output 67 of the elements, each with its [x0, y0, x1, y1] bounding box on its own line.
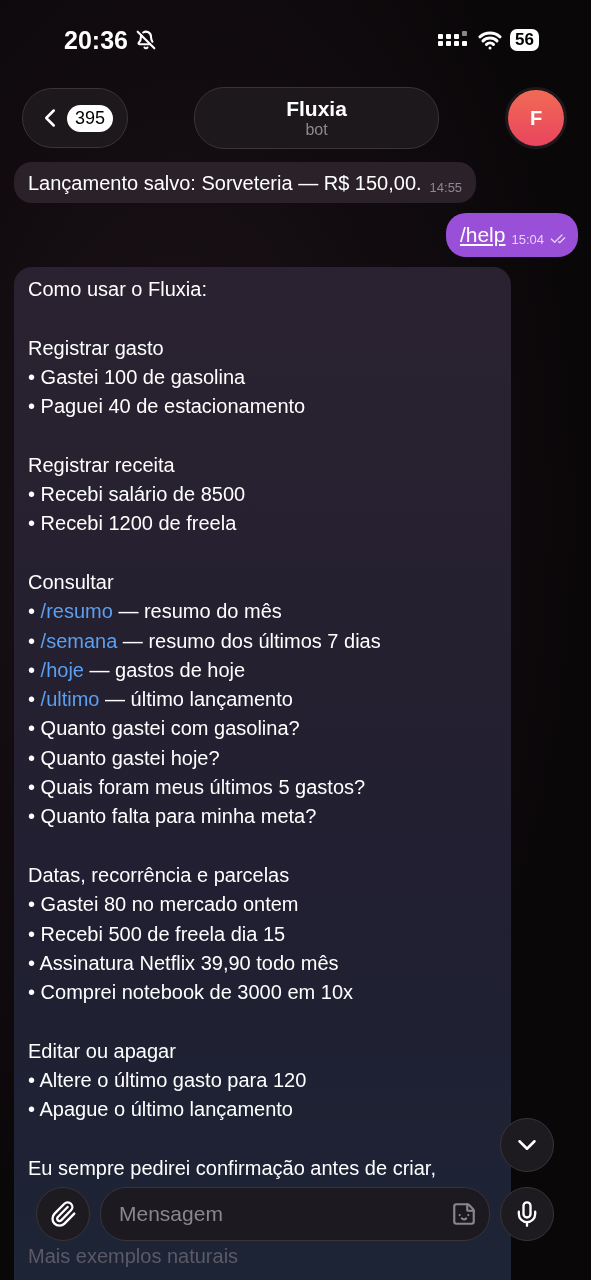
- bullet: •: [28, 1098, 36, 1121]
- paperclip-icon: [49, 1200, 77, 1228]
- section-title: Datas, recorrência e parcelas: [28, 862, 291, 888]
- scroll-down-button[interactable]: [500, 1118, 554, 1172]
- bullet: •: [28, 805, 36, 828]
- example-text: Recebi salário de 8500: [40, 483, 246, 506]
- message-text: Mais exemplos naturais: [28, 1243, 240, 1269]
- example-text: — último lançamento: [105, 688, 293, 711]
- bullet: •: [28, 629, 36, 652]
- example-text: Recebi 1200 de freela: [40, 512, 237, 535]
- bullet: •: [28, 746, 36, 769]
- status-time: 20:36: [64, 25, 128, 55]
- unread-count: 395: [67, 104, 114, 132]
- section-title: Consultar: [28, 569, 115, 595]
- bullet: •: [28, 922, 36, 945]
- message-text: Lançamento salvo: Sorveteria — R$ 150,00.: [28, 172, 422, 195]
- message-time: 14:55: [429, 180, 463, 195]
- avatar[interactable]: F: [505, 87, 567, 149]
- message-text: Como usar o Fluxia:: [28, 277, 208, 302]
- bullet: •: [28, 600, 36, 623]
- example-text: Quais foram meus últimos 5 gastos?: [40, 776, 366, 799]
- chat-title-pill[interactable]: Fluxia bot: [194, 87, 439, 149]
- example-text: Gastei 80 no mercado ontem: [40, 893, 299, 916]
- microphone-button[interactable]: [500, 1187, 554, 1241]
- section-title: Editar ou apagar: [28, 1038, 177, 1064]
- example-text: Paguei 40 de estacionamento: [40, 395, 306, 418]
- example-text: — gastos de hoje: [89, 658, 246, 681]
- bullet: •: [28, 365, 36, 388]
- command-link[interactable]: /semana: [40, 629, 118, 652]
- message-text: Eu sempre pedirei confirmação antes de criar,: [28, 1155, 437, 1181]
- chat-title: Fluxia: [286, 97, 347, 121]
- example-text: Apague o último lançamento: [39, 1098, 293, 1121]
- bullet: •: [28, 483, 36, 506]
- command-link[interactable]: /resumo: [40, 600, 113, 623]
- section-title: Registrar receita: [28, 452, 176, 478]
- message-input[interactable]: Mensagem: [117, 1201, 451, 1227]
- example-text: — resumo do mês: [118, 600, 282, 623]
- section-title: Registrar gasto: [28, 335, 165, 361]
- command-link[interactable]: /ultimo: [40, 688, 100, 711]
- bullet: •: [28, 951, 36, 974]
- command-link[interactable]: /hoje: [40, 658, 84, 681]
- example-text: Comprei notebook de 3000 em 10x: [40, 981, 353, 1004]
- bullet: •: [28, 717, 36, 740]
- example-text: Quanto gastei hoje?: [40, 746, 220, 769]
- battery-level: 56: [510, 29, 539, 51]
- example-text: Recebi 500 de freela dia 15: [40, 922, 286, 945]
- bullet: •: [28, 776, 36, 799]
- command-link[interactable]: /help: [459, 223, 506, 247]
- bullet: •: [28, 981, 36, 1004]
- example-text: Altere o último gasto para 120: [39, 1069, 307, 1091]
- bullet: •: [28, 395, 36, 418]
- example-text: Quanto falta para minha meta?: [40, 805, 317, 828]
- bullet: •: [28, 893, 36, 916]
- example-text: Gastei 100 de gasolina: [40, 365, 246, 388]
- chat-subtitle: bot: [305, 121, 328, 139]
- message-time: 15:04: [511, 232, 544, 247]
- bullet: •: [28, 1069, 36, 1091]
- bullet: •: [28, 512, 36, 535]
- back-button[interactable]: 395: [22, 88, 128, 148]
- example-text: — resumo dos últimos 7 dias: [122, 629, 381, 652]
- sticker-icon[interactable]: [451, 1201, 477, 1227]
- message-field[interactable]: Mensagem: [100, 1187, 490, 1241]
- bell-off-icon: [135, 30, 156, 50]
- example-text: Quanto gastei com gasolina?: [40, 717, 300, 740]
- bullet: •: [28, 688, 36, 711]
- example-text: Assinatura Netflix 39,90 todo mês: [39, 951, 339, 974]
- bullet: •: [28, 658, 36, 681]
